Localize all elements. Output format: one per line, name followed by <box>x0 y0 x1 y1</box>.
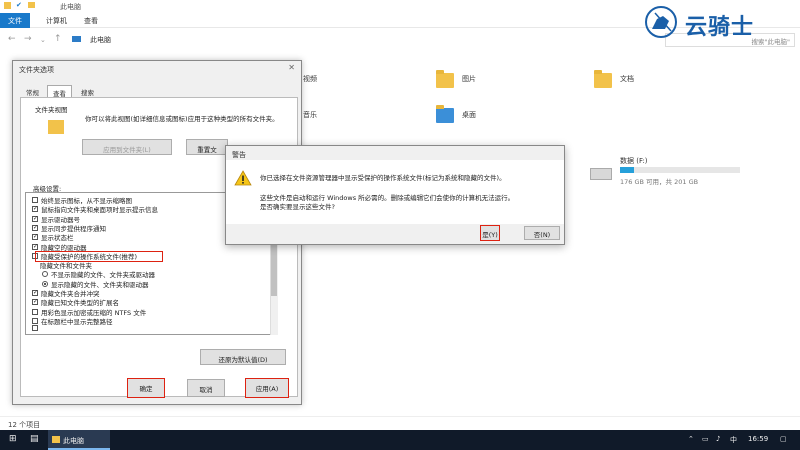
tab-computer[interactable]: 计算机 <box>38 13 75 28</box>
folder-label-pictures[interactable]: 图片 <box>462 74 476 84</box>
folder-label-videos[interactable]: 视频 <box>303 74 317 84</box>
folder-label-documents[interactable]: 文档 <box>620 74 634 84</box>
checkbox-unchecked[interactable] <box>32 308 38 315</box>
watermark-logo: 云骑士 <box>643 5 788 40</box>
checkbox-checked[interactable]: ✓ <box>32 243 38 250</box>
warning-icon <box>234 170 252 186</box>
status-bar: 12 个项目 <box>0 416 800 430</box>
volume-icon[interactable]: ♪ <box>716 435 720 443</box>
chevron-down-icon[interactable]: ⌄ <box>40 36 46 44</box>
computer-icon <box>72 36 81 42</box>
tab-general[interactable]: 常规 <box>21 85 44 97</box>
folder-view-icon <box>48 120 64 134</box>
advanced-option[interactable]: 在标题栏中显示完整路径 <box>32 316 113 326</box>
notification-icon[interactable]: ▢ <box>780 435 787 443</box>
drive-label[interactable]: 数据 (F:) <box>620 156 648 166</box>
checkbox-checked[interactable]: ✓ <box>32 206 38 213</box>
checkbox-checked[interactable]: ✓ <box>32 290 38 296</box>
checkbox-unchecked[interactable] <box>32 317 38 324</box>
tab-search[interactable]: 搜索 <box>76 85 99 97</box>
windows-start-icon[interactable]: ⊞ <box>9 434 17 444</box>
network-icon[interactable]: ▭ <box>702 435 709 443</box>
search-placeholder: 搜索"此电脑" <box>751 38 790 46</box>
back-icon[interactable]: ← <box>8 34 16 44</box>
advanced-option[interactable] <box>32 325 41 333</box>
quick-access-icon[interactable]: ✔ <box>16 1 22 9</box>
item-count: 12 个项目 <box>8 421 41 429</box>
warning-message: 你已选择在文件资源管理器中显示受保护的操作系统文件(标记为系统和隐藏的文件)。 <box>260 174 506 182</box>
checkbox-checked[interactable]: ✓ <box>32 234 38 241</box>
folder-view-heading: 文件夹视图 <box>35 106 68 114</box>
ime-indicator[interactable]: 中 <box>730 435 737 445</box>
folder-label-desktop[interactable]: 桌面 <box>462 110 476 120</box>
tab-file[interactable]: 文件 <box>0 13 30 28</box>
warning-question: 是否确实要显示这些文件? <box>260 203 335 211</box>
ok-button[interactable]: 确定 <box>127 378 165 398</box>
warning-title: 警告 <box>232 151 246 159</box>
taskbar: ⊞ ▤ 此电脑 ⌃ ▭ ♪ 中 16:59 ▢ <box>0 430 800 450</box>
checkbox-checked[interactable]: ✓ <box>32 299 38 306</box>
folder-icon[interactable] <box>594 70 612 88</box>
option-label: 在标题栏中显示完整路径 <box>41 317 113 326</box>
folder-icon[interactable] <box>436 70 454 88</box>
forward-icon[interactable]: → <box>24 34 32 44</box>
close-icon[interactable]: ✕ <box>288 63 295 72</box>
tray-chevron-icon[interactable]: ⌃ <box>688 435 694 443</box>
watermark-text: 云骑士 <box>685 15 755 40</box>
taskbar-task-label: 此电脑 <box>63 437 84 445</box>
cancel-button[interactable]: 取消 <box>187 379 225 397</box>
yes-button[interactable]: 是(Y) <box>480 225 500 241</box>
checkbox-checked[interactable]: ✓ <box>32 215 38 222</box>
highlight-protected-files-option <box>35 251 163 262</box>
radio-selected[interactable] <box>42 280 48 287</box>
dialog-title: 文件夹选项 <box>19 66 54 74</box>
clock[interactable]: 16:59 <box>748 435 768 443</box>
breadcrumb[interactable]: 此电脑 <box>90 35 111 45</box>
no-button[interactable]: 否(N) <box>524 226 560 240</box>
drive-icon[interactable] <box>590 168 612 180</box>
restore-defaults-button[interactable]: 还原为默认值(D) <box>200 349 286 365</box>
drive-space-text: 176 GB 可用，共 201 GB <box>620 178 699 186</box>
reset-folders-button[interactable]: 重置文 <box>186 139 228 155</box>
apply-button[interactable]: 应用(A) <box>245 378 289 398</box>
apply-to-folders-button[interactable]: 应用到文件夹(L) <box>82 139 172 155</box>
new-folder-icon[interactable] <box>28 2 35 8</box>
folder-view-description: 你可以将此视图(如详细信息或图标)应用于这种类型的所有文件夹。 <box>85 115 279 123</box>
taskbar-explorer-button[interactable]: 此电脑 <box>48 430 110 450</box>
drive-usage-bar <box>620 167 740 173</box>
explorer-app-icon <box>4 2 11 9</box>
folder-label-music[interactable]: 音乐 <box>303 110 317 120</box>
radio-unselected[interactable] <box>42 271 48 278</box>
folder-icon[interactable] <box>436 105 454 123</box>
knight-logo-icon <box>645 6 677 38</box>
tab-view-options[interactable]: 查看 <box>47 85 72 98</box>
checkbox-checked[interactable]: ✓ <box>32 224 38 231</box>
warning-dialog: 警告 你已选择在文件资源管理器中显示受保护的操作系统文件(标记为系统和隐藏的文件… <box>225 145 565 245</box>
drive-usage-fill <box>620 167 635 173</box>
checkbox-unchecked[interactable] <box>32 325 38 332</box>
explorer-icon <box>52 436 60 443</box>
task-view-icon[interactable]: ▤ <box>30 434 39 444</box>
window-title: 此电脑 <box>60 3 81 11</box>
up-icon[interactable]: ↑ <box>54 34 62 44</box>
tab-view[interactable]: 查看 <box>76 13 106 28</box>
checkbox-unchecked[interactable] <box>32 197 38 203</box>
